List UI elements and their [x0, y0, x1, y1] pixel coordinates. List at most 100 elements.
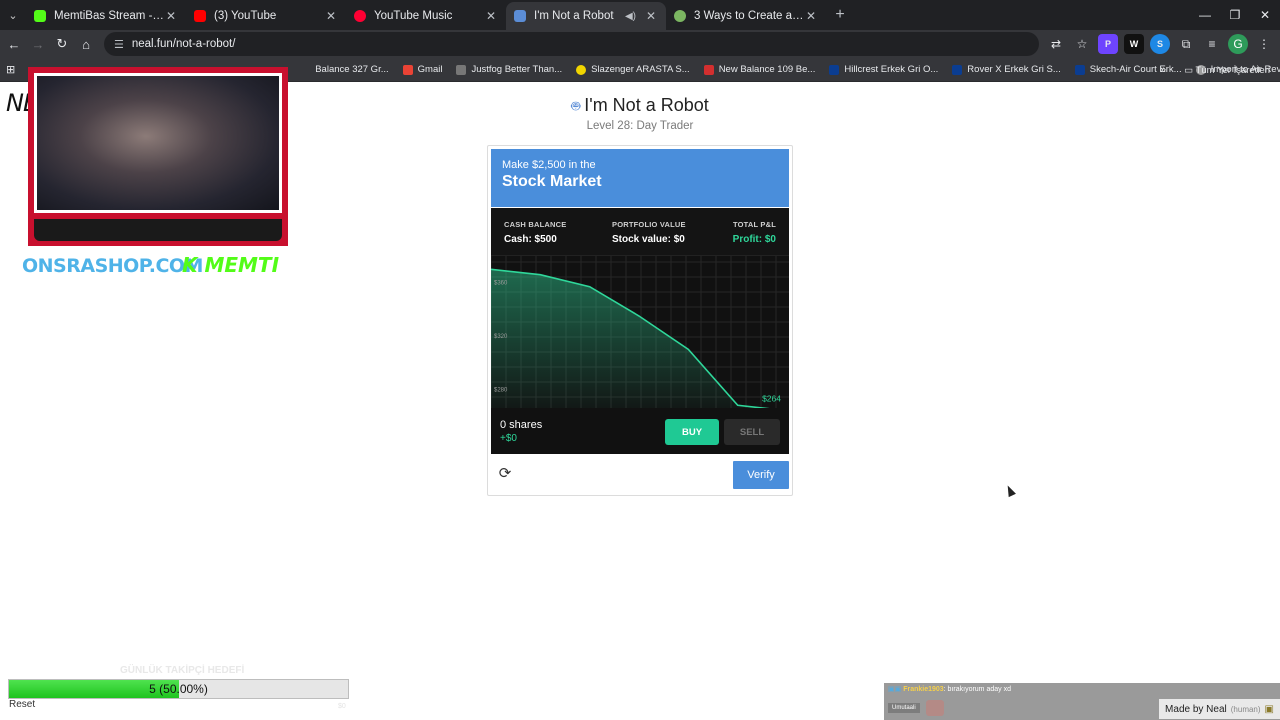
- tab-memtibas[interactable]: MemtiBas Stream - Watch Live ✕: [26, 2, 186, 30]
- verify-button[interactable]: Verify: [733, 461, 789, 489]
- close-icon[interactable]: ✕: [804, 9, 818, 23]
- robot-icon: 🤖︎: [571, 98, 581, 115]
- webcam-stand: [34, 219, 282, 241]
- url-input[interactable]: ☰ neal.fun/not-a-robot/: [104, 32, 1039, 56]
- total-pnl: TOTAL P&L Profit: $0: [733, 220, 776, 245]
- minimize-icon[interactable]: —: [1190, 0, 1220, 30]
- sell-button[interactable]: SELL: [724, 419, 780, 445]
- robot-icon: [514, 10, 526, 22]
- human-tag: (human): [1230, 704, 1261, 714]
- shop-banner: ONSRASHOP.COM: [22, 255, 203, 277]
- buy-button[interactable]: BUY: [665, 419, 719, 445]
- bookmark-item[interactable]: New Balance 109 Be...: [703, 64, 815, 75]
- chat-overlay: ▣▣ Frankie1903: bırakıyorum aday xd Umut…: [884, 683, 1280, 720]
- tab-title: I'm Not a Robot: [534, 10, 614, 22]
- tab-not-a-robot[interactable]: I'm Not a Robot ◀) ✕: [506, 2, 666, 30]
- cash-balance: CASH BALANCE Cash: $500: [504, 220, 566, 245]
- pnl-label: TOTAL P&L: [732, 220, 776, 229]
- kick-banner: K MEMTI: [182, 253, 280, 277]
- bookmark-favicon: [576, 64, 587, 75]
- speaker-icon[interactable]: ◀): [625, 11, 636, 22]
- tab-strip: ⌄ MemtiBas Stream - Watch Live ✕ (3) You…: [0, 0, 1280, 30]
- last-price-label: $264: [762, 394, 781, 404]
- bookmark-favicon: [703, 64, 714, 75]
- home-icon[interactable]: ⌂: [74, 30, 98, 58]
- goal-title: GÜNLÜK TAKİPÇİ HEDEFİ: [120, 665, 245, 676]
- cash-value: Cash: $500: [504, 234, 557, 245]
- more-bookmarks-icon[interactable]: »: [1160, 64, 1166, 76]
- wikihow-icon: [674, 10, 686, 22]
- bookmark-item[interactable]: Balance 327 Gr...: [315, 64, 388, 75]
- tab-title: (3) YouTube: [214, 10, 277, 22]
- bookmark-item[interactable]: Gmail: [402, 64, 442, 75]
- chat-user: Umutaali: [888, 703, 920, 713]
- youtube-icon: [194, 10, 206, 22]
- made-by-badge[interactable]: Made by Neal (human) ▣: [1159, 699, 1280, 719]
- stats-bar: CASH BALANCE Cash: $500 PORTFOLIO VALUE …: [491, 208, 789, 256]
- extension-icon[interactable]: S: [1150, 34, 1170, 54]
- bookmark-star-icon[interactable]: ☆: [1072, 34, 1092, 54]
- close-icon[interactable]: ✕: [164, 9, 178, 23]
- tab-perfect-circle[interactable]: 3 Ways to Create a Perfect Circle ✕: [666, 2, 826, 30]
- close-icon[interactable]: ✕: [484, 9, 498, 23]
- back-icon[interactable]: ←: [2, 30, 26, 58]
- translate-icon[interactable]: ⇄: [1046, 34, 1066, 54]
- shares-delta: +$0: [500, 433, 517, 444]
- reload-icon[interactable]: ↻: [50, 30, 74, 58]
- bookmark-item[interactable]: Slazenger ARASTA S...: [576, 64, 690, 75]
- refresh-icon[interactable]: ⟳: [497, 465, 513, 482]
- extensions-puzzle-icon[interactable]: ⧉: [1176, 34, 1196, 54]
- site-info-icon[interactable]: ☰: [114, 38, 124, 51]
- portfolio-value: PORTFOLIO VALUE Stock value: $0: [612, 220, 686, 245]
- mouse-cursor-icon: [1004, 483, 1016, 498]
- shares-count: 0 shares: [500, 419, 543, 431]
- all-bookmarks[interactable]: ▭ Tüm Yer İşaretleri: [1184, 65, 1270, 76]
- webcam-overlay: [28, 67, 288, 246]
- profile-avatar[interactable]: G: [1228, 34, 1248, 54]
- close-icon[interactable]: ✕: [324, 9, 338, 23]
- webcam-video: [37, 76, 279, 210]
- toolbar-actions: ⇄ ☆ P W S ⧉ ≡ G ⋮: [1046, 30, 1274, 58]
- tab-title: MemtiBas Stream - Watch Live: [54, 10, 164, 22]
- apps-icon[interactable]: ⊞: [6, 63, 15, 76]
- bookmark-item[interactable]: Rover X Erkek Gri S...: [952, 64, 1061, 75]
- kick-icon: [34, 10, 46, 22]
- portfolio-amount: Stock value: $0: [612, 234, 685, 245]
- extension-icon[interactable]: P: [1098, 34, 1118, 54]
- extension-icon[interactable]: W: [1124, 34, 1144, 54]
- goal-label: 5 (50.00%): [149, 682, 208, 696]
- reset-label: Reset: [9, 699, 36, 710]
- window-controls: — ❐ ✕: [1190, 0, 1280, 30]
- new-tab-icon[interactable]: +: [826, 6, 854, 24]
- menu-icon[interactable]: ⋮: [1254, 34, 1274, 54]
- y-tick-label: $280: [494, 387, 508, 393]
- pnl-value: Profit: $0: [732, 234, 776, 245]
- close-window-icon[interactable]: ✕: [1250, 0, 1280, 30]
- y-tick-label: $320: [494, 334, 508, 340]
- captcha-box: Make $2,500 in the Stock Market CASH BAL…: [487, 145, 793, 496]
- chat-emote: [925, 700, 944, 716]
- bookmark-item[interactable]: Hillcrest Erkek Gri O...: [829, 64, 938, 75]
- tab-search-icon[interactable]: ⌄: [0, 0, 26, 30]
- page: 🤖︎ I'm Not a Robot Level 28: Day Trader M…: [0, 67, 1280, 720]
- folder-icon: ▭: [1184, 64, 1194, 76]
- chat-message: Umutaali: [888, 698, 944, 718]
- restore-icon[interactable]: ❐: [1220, 0, 1250, 30]
- stock-market-widget: CASH BALANCE Cash: $500 PORTFOLIO VALUE …: [491, 208, 789, 454]
- close-icon[interactable]: ✕: [644, 9, 658, 23]
- tab-title: 3 Ways to Create a Perfect Circle: [694, 10, 804, 22]
- price-chart: $280 $320 $360 $264: [491, 256, 789, 408]
- price-area: [491, 269, 787, 408]
- bookmark-favicon: [456, 64, 467, 75]
- goal-zero: $0: [338, 703, 346, 710]
- made-by-text: Made by Neal: [1165, 703, 1227, 715]
- chat-user: Frankie1903: [903, 686, 944, 693]
- media-control-icon[interactable]: ≡: [1202, 34, 1222, 54]
- youtube-music-icon: [354, 10, 366, 22]
- forward-icon[interactable]: →: [26, 30, 50, 58]
- tab-youtube-music[interactable]: YouTube Music ✕: [346, 2, 506, 30]
- portfolio-label: PORTFOLIO VALUE: [612, 220, 686, 229]
- robot-icon: ▣: [1264, 703, 1274, 715]
- bookmark-item[interactable]: Justfog Better Than...: [456, 64, 562, 75]
- tab-youtube[interactable]: (3) YouTube ✕: [186, 2, 346, 30]
